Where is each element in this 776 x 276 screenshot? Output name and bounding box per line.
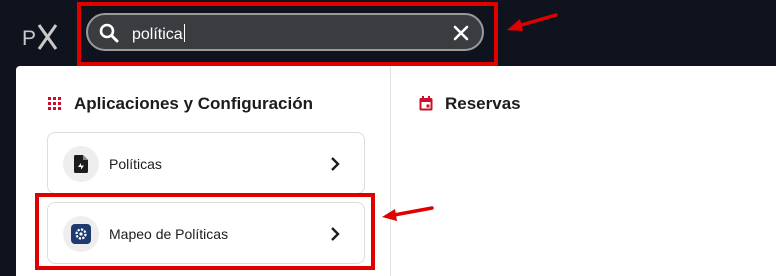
annotation-arrow-icon xyxy=(382,206,434,221)
result-icon-container xyxy=(63,146,99,182)
annotation-box-result xyxy=(35,193,375,270)
px-logo: P xyxy=(22,24,58,50)
result-item-politicas[interactable]: Políticas xyxy=(47,132,365,194)
svg-text:P: P xyxy=(22,27,36,50)
annotation-arrow-icon xyxy=(507,13,558,31)
chevron-right-icon xyxy=(331,157,340,171)
apps-grid-icon xyxy=(48,97,61,110)
document-icon xyxy=(74,155,88,173)
column-divider xyxy=(390,66,391,276)
annotation-box-search xyxy=(77,2,498,66)
section-title-apps: Aplicaciones y Configuración xyxy=(74,94,313,113)
result-label: Políticas xyxy=(109,156,162,172)
calendar-icon xyxy=(419,96,433,111)
section-title-reservas: Reservas xyxy=(445,94,521,113)
